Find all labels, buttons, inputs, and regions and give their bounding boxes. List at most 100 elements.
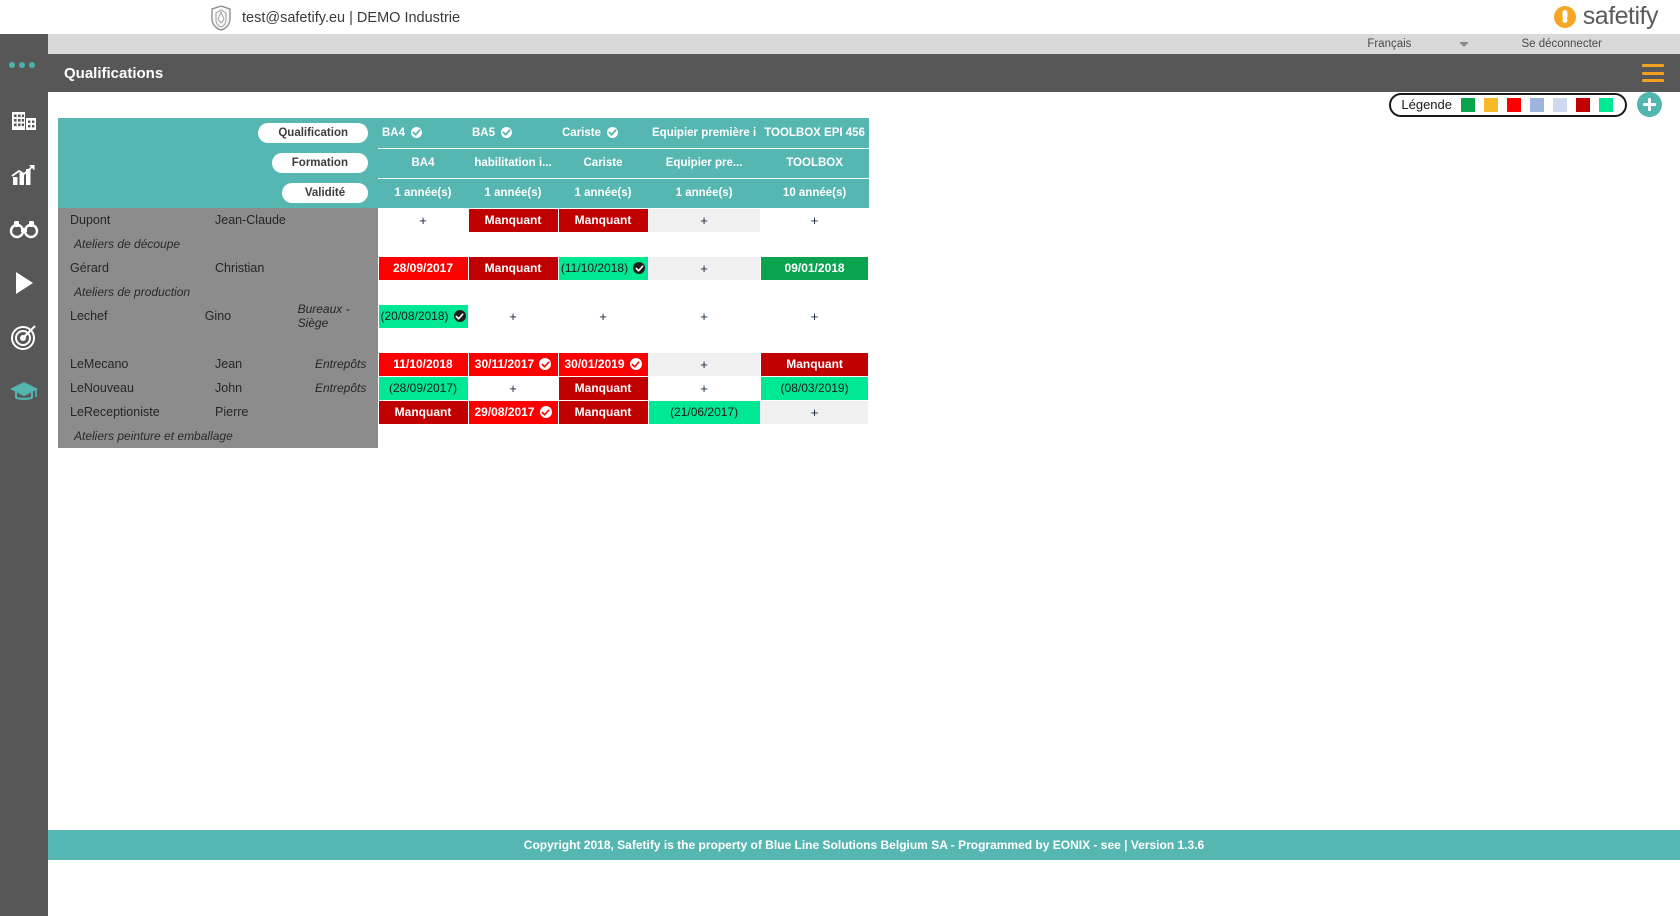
- header-cell-validity-2[interactable]: 1 année(s): [558, 178, 648, 208]
- header-pill-formation[interactable]: Formation: [272, 153, 368, 173]
- department-label: Ateliers de découpe: [58, 232, 378, 256]
- qualification-cell[interactable]: (08/03/2019): [760, 376, 869, 400]
- cell-text: 30/11/2017: [475, 357, 534, 371]
- logout-link[interactable]: Se déconnecter: [1521, 38, 1602, 50]
- cell-text: Manquant: [575, 381, 632, 395]
- qualification-cell[interactable]: +: [648, 304, 760, 328]
- qualification-cell[interactable]: 30/11/2017: [468, 352, 558, 376]
- qualification-cell[interactable]: 11/10/2018: [378, 352, 468, 376]
- person-last-name: Dupont: [70, 213, 215, 227]
- hamburger-icon[interactable]: [1642, 64, 1664, 82]
- sidebar-item-observations[interactable]: [9, 214, 39, 244]
- person-name-cell[interactable]: LeReceptionistePierre: [58, 400, 378, 424]
- sidebar-item-qualifications[interactable]: [9, 376, 39, 406]
- qualification-cell[interactable]: +: [558, 304, 648, 328]
- add-cell-icon: +: [700, 261, 708, 276]
- footer: Copyright 2018, Safetify is the property…: [48, 830, 1680, 860]
- qualification-cell[interactable]: Manquant: [558, 208, 648, 232]
- sidebar-item-actions[interactable]: [9, 268, 39, 298]
- cell-text: 09/01/2018: [785, 261, 845, 275]
- header-pill-qualification[interactable]: Qualification: [258, 123, 368, 143]
- certified-check-icon: [411, 127, 422, 138]
- qualification-cell[interactable]: (20/08/2018): [378, 304, 468, 328]
- certified-check-icon: [607, 127, 618, 138]
- table-row: LechefGinoBureaux - Siège(20/08/2018)+++…: [58, 304, 869, 328]
- qualification-cell[interactable]: Manquant: [468, 208, 558, 232]
- header-cell-validity-0[interactable]: 1 année(s): [378, 178, 468, 208]
- legend[interactable]: Légende: [1389, 93, 1627, 117]
- qualification-cell[interactable]: Manquant: [468, 256, 558, 280]
- legend-swatch-4: [1530, 98, 1544, 112]
- person-name-cell[interactable]: DupontJean-Claude: [58, 208, 378, 232]
- header-cell-text: Equipier première i: [652, 127, 756, 139]
- qualification-cell[interactable]: +: [648, 256, 760, 280]
- header-cell-validity-1[interactable]: 1 année(s): [468, 178, 558, 208]
- header-cell-formation-0[interactable]: BA4: [378, 148, 468, 178]
- header-cell-qualification-2[interactable]: Cariste: [558, 118, 648, 148]
- qualification-cell[interactable]: +: [648, 376, 760, 400]
- header-cell-qualification-1[interactable]: BA5: [468, 118, 558, 148]
- qualification-cell[interactable]: Manquant: [760, 352, 869, 376]
- qualification-cell[interactable]: Manquant: [378, 400, 468, 424]
- qualification-cell[interactable]: +: [648, 352, 760, 376]
- qualification-cell[interactable]: +: [468, 376, 558, 400]
- cell-text: (08/03/2019): [781, 381, 849, 395]
- department-cell: Ateliers de production: [58, 280, 378, 304]
- table-row: DupontJean-Claude+ManquantManquant++: [58, 208, 869, 232]
- header-cell-text: 10 année(s): [783, 187, 846, 199]
- header-cell-qualification-4[interactable]: TOOLBOX EPI 456: [760, 118, 869, 148]
- sidebar-item-statistics[interactable]: [9, 160, 39, 190]
- empty-cells: [378, 232, 869, 256]
- qualification-cell[interactable]: 29/08/2017: [468, 400, 558, 424]
- sidebar-item-buildings[interactable]: [9, 106, 39, 136]
- person-name-cell[interactable]: LeMecanoJeanEntrepôts: [58, 352, 378, 376]
- qualification-cell[interactable]: (21/06/2017): [648, 400, 760, 424]
- qualification-cell[interactable]: Manquant: [558, 376, 648, 400]
- department-row: Ateliers de production: [58, 280, 869, 304]
- table-row: LeMecanoJeanEntrepôts11/10/2018 30/11/201…: [58, 352, 869, 376]
- header-cell-validity-4[interactable]: 10 année(s): [760, 178, 869, 208]
- legend-swatch-7: [1599, 98, 1613, 112]
- legend-swatch-3: [1507, 98, 1521, 112]
- header-cell-qualification-0[interactable]: BA4: [378, 118, 468, 148]
- header-cell-formation-2[interactable]: Cariste: [558, 148, 648, 178]
- person-name-cell[interactable]: LechefGinoBureaux - Siège: [58, 304, 378, 328]
- person-site: Entrepôts: [315, 357, 366, 371]
- qualification-cell[interactable]: +: [760, 304, 869, 328]
- language-selector[interactable]: Français: [1367, 38, 1469, 50]
- table-row: GérardChristian28/09/2017Manquant(11/10/…: [58, 256, 869, 280]
- menu-dots-icon[interactable]: [9, 62, 35, 68]
- header-pill-validity[interactable]: Validité: [282, 183, 368, 203]
- header-cell-qualification-3[interactable]: Equipier première i: [648, 118, 760, 148]
- qualification-cell[interactable]: +: [468, 304, 558, 328]
- person-site: Entrepôts: [315, 381, 366, 395]
- qualification-cell[interactable]: +: [760, 400, 869, 424]
- person-last-name: LeReceptioniste: [70, 405, 215, 419]
- qualification-cell[interactable]: Manquant: [558, 400, 648, 424]
- qualification-cell[interactable]: 30/01/2019: [558, 352, 648, 376]
- person-name-cell[interactable]: GérardChristian: [58, 256, 378, 280]
- qualification-cell[interactable]: +: [378, 208, 468, 232]
- table-row: LeReceptionistePierreManquant29/08/2017M…: [58, 400, 869, 424]
- header-cell-text: Cariste: [562, 127, 601, 139]
- qualification-cell[interactable]: (28/09/2017): [378, 376, 468, 400]
- top-bar: test@safetify.eu | DEMO Industrie safeti…: [0, 0, 1680, 34]
- header-cell-formation-1[interactable]: habilitation i...: [468, 148, 558, 178]
- sidebar-item-objectives[interactable]: [9, 322, 39, 352]
- department-label: Ateliers peinture et emballage: [58, 424, 378, 448]
- person-first-name: John: [215, 381, 315, 395]
- add-qualification-button[interactable]: [1637, 92, 1662, 117]
- person-name-cell[interactable]: LeNouveauJohnEntrepôts: [58, 376, 378, 400]
- qualifications-table-wrap: QualificationBA4BA5CaristeEquipier premi…: [58, 118, 869, 448]
- qualification-cell[interactable]: +: [648, 208, 760, 232]
- header-cell-text: 1 année(s): [575, 187, 632, 199]
- header-cell-text: BA4: [382, 127, 405, 139]
- header-cell-validity-3[interactable]: 1 année(s): [648, 178, 760, 208]
- qualification-cell[interactable]: (11/10/2018): [558, 256, 648, 280]
- header-cell-formation-3[interactable]: Equipier pre...: [648, 148, 760, 178]
- qualification-cell[interactable]: +: [760, 208, 869, 232]
- table-row: LeNouveauJohnEntrepôts(28/09/2017)+Manqu…: [58, 376, 869, 400]
- qualification-cell[interactable]: 09/01/2018: [760, 256, 869, 280]
- qualification-cell[interactable]: 28/09/2017: [378, 256, 468, 280]
- header-cell-formation-4[interactable]: TOOLBOX: [760, 148, 869, 178]
